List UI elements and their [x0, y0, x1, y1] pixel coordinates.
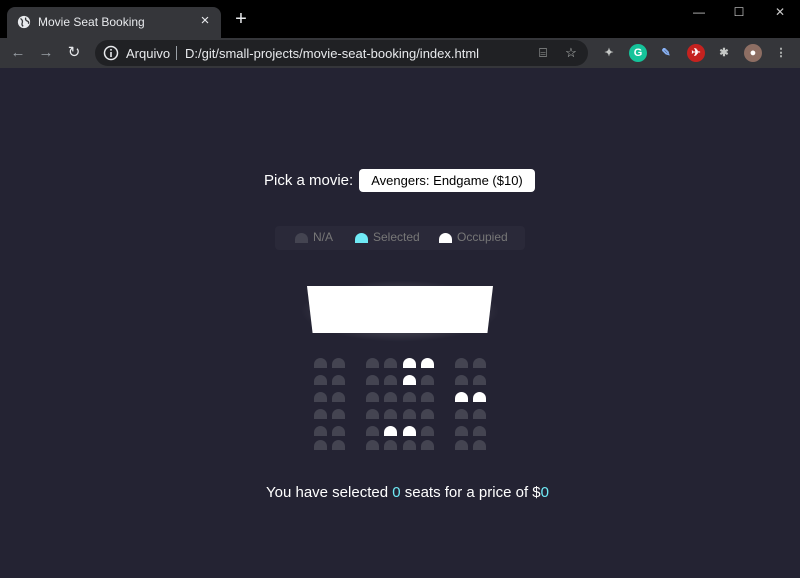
omnibox-divider: [176, 46, 177, 60]
tab-movie-seat-booking[interactable]: Movie Seat Booking ×: [7, 7, 221, 38]
seat[interactable]: [366, 392, 379, 402]
seat[interactable]: [332, 409, 345, 419]
seat-selected-icon: [355, 233, 368, 243]
seat[interactable]: [403, 440, 416, 450]
seat: [403, 375, 416, 385]
seat[interactable]: [473, 440, 486, 450]
menu-kebab-icon[interactable]: ⋮: [772, 44, 790, 62]
seat: [455, 392, 468, 402]
browser-toolbar: ← → ↻ Arquivo D:/git/small-projects/movi…: [0, 38, 800, 68]
seat[interactable]: [421, 375, 434, 385]
seat[interactable]: [332, 358, 345, 368]
seat[interactable]: [384, 440, 397, 450]
back-button[interactable]: ←: [7, 42, 29, 64]
info-icon[interactable]: [103, 45, 119, 61]
new-tab-button[interactable]: +: [232, 9, 250, 29]
seat: [403, 358, 416, 368]
seat[interactable]: [403, 409, 416, 419]
reload-button[interactable]: ↻: [63, 42, 85, 64]
minimize-button[interactable]: —: [679, 2, 719, 22]
movie-picker: Pick a movie: Avengers: Endgame ($10): [264, 169, 536, 193]
page-info-label: Arquivo: [126, 46, 171, 61]
seat: [421, 358, 434, 368]
pen-icon[interactable]: ✎: [657, 44, 675, 62]
seat: [384, 426, 397, 436]
legend-label-occupied: Occupied: [457, 230, 508, 244]
movie-select[interactable]: Avengers: Endgame ($10): [359, 169, 535, 192]
seat[interactable]: [455, 440, 468, 450]
booking-summary: You have selected 0 seats for a price of…: [266, 484, 549, 501]
url-text[interactable]: D:/git/small-projects/movie-seat-booking…: [185, 46, 479, 61]
summary-prefix: You have selected: [266, 484, 393, 501]
seat-na-icon: [295, 233, 308, 243]
seat[interactable]: [332, 392, 345, 402]
avatar-icon[interactable]: ●: [744, 44, 762, 62]
extensions-icon[interactable]: ✱: [715, 44, 733, 62]
seat[interactable]: [314, 426, 327, 436]
seat[interactable]: [455, 358, 468, 368]
seat[interactable]: [314, 358, 327, 368]
seat[interactable]: [421, 426, 434, 436]
legend-label-na: N/A: [313, 230, 334, 244]
puzzle-icon[interactable]: ✦: [600, 44, 618, 62]
translate-icon[interactable]: ⌸: [534, 44, 552, 62]
seat[interactable]: [473, 375, 486, 385]
globe-icon: [17, 15, 31, 29]
seat[interactable]: [332, 375, 345, 385]
forward-button[interactable]: →: [35, 42, 57, 64]
close-window-button[interactable]: ✕: [760, 2, 800, 22]
selected-count: 0: [392, 484, 401, 501]
legend-label-selected: Selected: [373, 230, 420, 244]
seat[interactable]: [473, 409, 486, 419]
tab-title: Movie Seat Booking: [38, 15, 145, 29]
movie-picker-label: Pick a movie:: [264, 172, 354, 189]
maximize-button[interactable]: ☐: [719, 2, 759, 22]
seat[interactable]: [366, 440, 379, 450]
seat[interactable]: [314, 392, 327, 402]
seat[interactable]: [473, 426, 486, 436]
total-price: 0: [540, 484, 549, 501]
seat[interactable]: [455, 409, 468, 419]
seat-legend: N/A Selected Occupied: [275, 226, 525, 250]
seat: [403, 426, 416, 436]
bookmark-star-icon[interactable]: ☆: [562, 44, 580, 62]
seat[interactable]: [314, 375, 327, 385]
seat[interactable]: [421, 440, 434, 450]
seat[interactable]: [421, 409, 434, 419]
seat[interactable]: [366, 358, 379, 368]
seat[interactable]: [332, 440, 345, 450]
seat[interactable]: [403, 392, 416, 402]
seat[interactable]: [332, 426, 345, 436]
seat-occupied-icon: [439, 233, 452, 243]
tab-strip: Movie Seat Booking × + — ☐ ✕: [0, 0, 800, 38]
seat[interactable]: [366, 409, 379, 419]
ext-red-icon[interactable]: ✈: [687, 44, 705, 62]
seat[interactable]: [366, 426, 379, 436]
seat[interactable]: [384, 409, 397, 419]
tab-close-icon[interactable]: ×: [197, 13, 213, 29]
address-bar[interactable]: Arquivo D:/git/small-projects/movie-seat…: [95, 40, 588, 66]
cinema-screen: [307, 286, 493, 333]
seat[interactable]: [455, 375, 468, 385]
seat[interactable]: [314, 409, 327, 419]
summary-middle: seats for a price of $: [400, 484, 541, 501]
seat[interactable]: [473, 358, 486, 368]
seat[interactable]: [314, 440, 327, 450]
grammarly-icon[interactable]: G: [629, 44, 647, 62]
seat[interactable]: [421, 392, 434, 402]
seat: [473, 392, 486, 402]
seat[interactable]: [384, 358, 397, 368]
seat[interactable]: [366, 375, 379, 385]
seat[interactable]: [384, 375, 397, 385]
seat[interactable]: [384, 392, 397, 402]
seat[interactable]: [455, 426, 468, 436]
